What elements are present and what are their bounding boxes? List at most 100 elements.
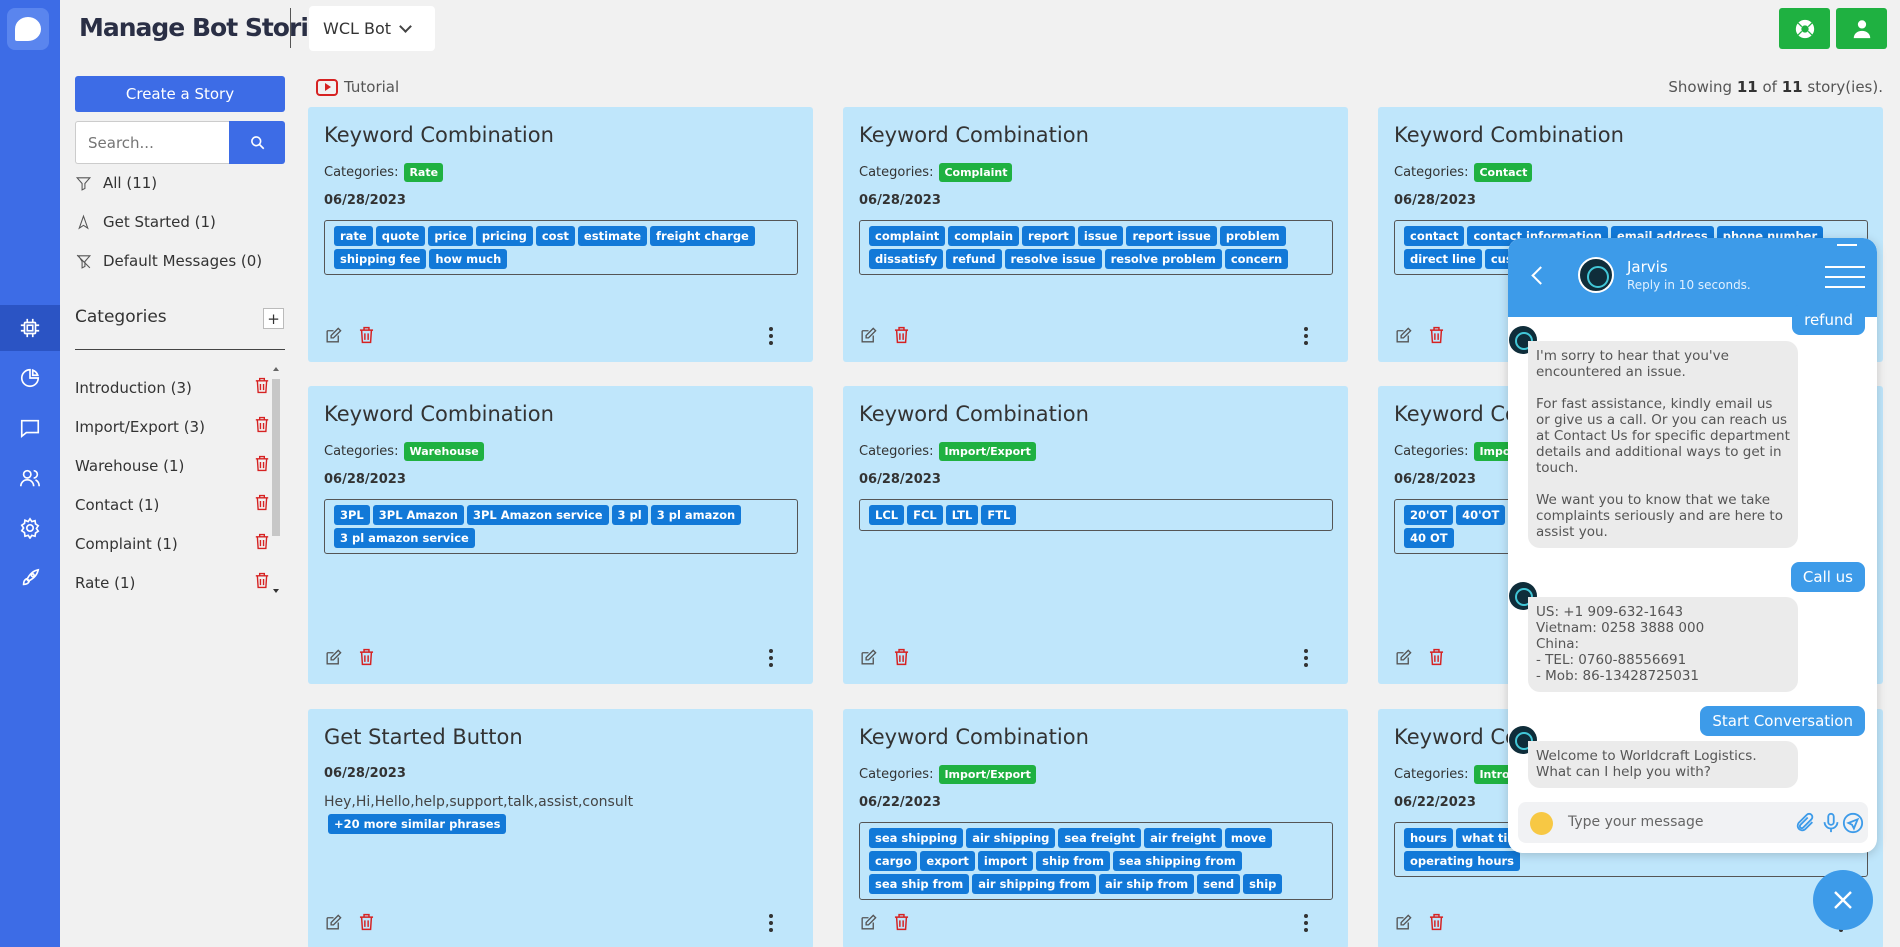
category-item[interactable]: Contact (1) <box>75 485 270 524</box>
minimize-icon[interactable] <box>1837 244 1857 246</box>
delete-story-button[interactable] <box>358 648 375 671</box>
search-button[interactable] <box>229 121 285 164</box>
scroll-up-arrow[interactable] <box>273 367 279 371</box>
scroll-down-arrow[interactable] <box>273 589 279 593</box>
send-button[interactable] <box>1842 812 1864 838</box>
delete-category-button[interactable] <box>254 572 270 593</box>
delete-category-button[interactable] <box>254 377 270 398</box>
create-story-button[interactable]: Create a Story <box>75 76 285 112</box>
app-logo[interactable] <box>7 8 49 50</box>
edit-story-button[interactable] <box>859 648 878 671</box>
edit-story-button[interactable] <box>1394 913 1413 936</box>
rail-stories-button[interactable] <box>0 305 60 351</box>
edit-story-button[interactable] <box>859 326 878 349</box>
category-label: Contact (1) <box>75 495 160 514</box>
category-badge: Import/Export <box>939 765 1036 784</box>
edit-story-button[interactable] <box>324 913 343 936</box>
delete-story-button[interactable] <box>358 326 375 349</box>
story-card[interactable]: Keyword Combination Categories: Import/Exp… <box>843 386 1348 684</box>
rail-launch-button[interactable] <box>0 555 60 601</box>
delete-story-button[interactable] <box>1428 913 1445 936</box>
voice-button[interactable] <box>1820 812 1842 838</box>
trash-icon <box>255 416 269 433</box>
rail-users-button[interactable] <box>0 455 60 501</box>
delete-category-button[interactable] <box>254 494 270 515</box>
story-date: 06/28/2023 <box>324 193 406 208</box>
category-badge: Import/Export <box>939 442 1036 461</box>
hamburger-menu-icon[interactable] <box>1825 266 1865 296</box>
profile-button[interactable] <box>1836 8 1887 49</box>
keyword-tag: 3 pl amazon <box>650 505 742 525</box>
edit-story-button[interactable] <box>1394 648 1413 671</box>
delete-story-button[interactable] <box>893 648 910 671</box>
chevron-left-icon[interactable] <box>1531 266 1550 285</box>
attach-button[interactable] <box>1794 812 1816 838</box>
category-scrollbar[interactable] <box>270 365 282 595</box>
scroll-thumb[interactable] <box>272 379 280 536</box>
chat-close-button[interactable] <box>1813 870 1873 930</box>
keyword-tag: import <box>977 851 1034 871</box>
story-card[interactable]: Keyword Combination Categories: Import/Exp… <box>843 709 1348 947</box>
message-input[interactable]: Type your message <box>1568 814 1703 830</box>
delete-story-button[interactable] <box>1428 326 1445 349</box>
keyword-tag: price <box>428 226 473 246</box>
keyword-tag: move <box>1224 828 1273 848</box>
filter-get-started[interactable]: Get Started (1) <box>75 210 216 234</box>
keyword-tag: complain <box>948 226 1020 246</box>
message-icon <box>20 419 40 438</box>
card-actions <box>1394 913 1445 936</box>
emoji-icon[interactable] <box>1530 812 1553 835</box>
user-message: refund <box>1792 305 1865 335</box>
keyword-tag: ship <box>1243 874 1283 894</box>
more-options-icon[interactable] <box>769 914 773 935</box>
delete-story-button[interactable] <box>358 913 375 936</box>
story-card[interactable]: Keyword Combination Categories: Warehouse 0… <box>308 386 813 684</box>
keyword-tag: cargo <box>869 851 918 871</box>
more-phrases-badge[interactable]: +20 more similar phrases <box>328 814 507 834</box>
category-item[interactable]: Import/Export (3) <box>75 407 270 446</box>
category-item[interactable]: Introduction (3) <box>75 368 270 407</box>
gear-icon <box>20 517 40 539</box>
rail-analytics-button[interactable] <box>0 355 60 401</box>
more-options-icon[interactable] <box>1304 327 1308 348</box>
story-card[interactable]: Keyword Combination Categories: Rate 06/28/… <box>308 107 813 362</box>
edit-icon <box>1396 327 1412 343</box>
story-card[interactable]: Keyword Combination Categories: Complaint 0… <box>843 107 1348 362</box>
keyword-list: rate quote price pricing cost estimate freight… <box>324 220 798 275</box>
keyword-tag: sea shipping from <box>1112 851 1242 871</box>
rail-settings-button[interactable] <box>0 505 60 551</box>
more-options-icon[interactable] <box>1304 914 1308 935</box>
category-item[interactable]: Warehouse (1) <box>75 446 270 485</box>
keyword-tag: problem <box>1219 226 1286 246</box>
filter-default-messages[interactable]: Default Messages (0) <box>75 249 262 273</box>
card-actions <box>859 326 910 349</box>
delete-story-button[interactable] <box>1428 648 1445 671</box>
story-card[interactable]: Get Started Button 06/28/2023 Hey,Hi,Hello… <box>308 709 813 947</box>
chat-messages: refund I'm sorry to hear that you've enc… <box>1508 305 1877 788</box>
search-input[interactable] <box>75 121 230 164</box>
categories-label: Categories: <box>859 444 934 459</box>
bot-selector[interactable]: WCL Bot <box>309 6 435 51</box>
more-options-icon[interactable] <box>769 649 773 670</box>
edit-story-button[interactable] <box>324 648 343 671</box>
filter-all[interactable]: All (11) <box>75 171 157 195</box>
rail-messages-button[interactable] <box>0 405 60 451</box>
delete-category-button[interactable] <box>254 416 270 437</box>
more-options-icon[interactable] <box>769 327 773 348</box>
support-button[interactable] <box>1779 8 1830 49</box>
add-category-button[interactable]: + <box>263 308 284 329</box>
category-item[interactable]: Rate (1) <box>75 563 270 602</box>
user-icon <box>1853 19 1870 38</box>
edit-story-button[interactable] <box>324 326 343 349</box>
edit-story-button[interactable] <box>1394 326 1413 349</box>
delete-category-button[interactable] <box>254 455 270 476</box>
edit-story-button[interactable] <box>859 913 878 936</box>
delete-category-button[interactable] <box>254 533 270 554</box>
category-badge: Complaint <box>939 163 1013 182</box>
delete-story-button[interactable] <box>893 326 910 349</box>
keyword-tag: FCL <box>907 505 943 525</box>
delete-story-button[interactable] <box>893 913 910 936</box>
tutorial-link[interactable]: Tutorial <box>316 78 399 96</box>
category-item[interactable]: Complaint (1) <box>75 524 270 563</box>
more-options-icon[interactable] <box>1304 649 1308 670</box>
